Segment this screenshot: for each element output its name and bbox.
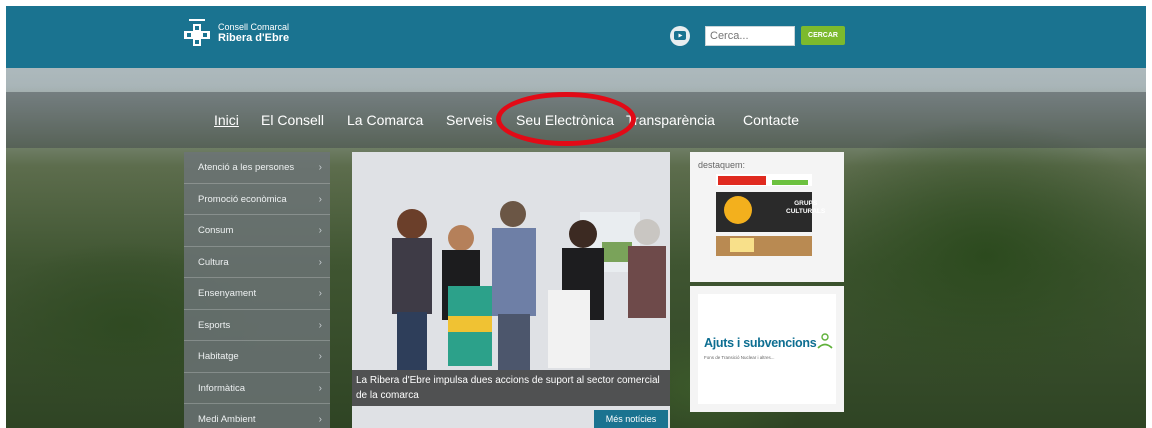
sidebar-item-consum[interactable]: Consum › bbox=[184, 215, 330, 247]
nav-item-la-comarca[interactable]: La Comarca bbox=[347, 112, 423, 128]
chevron-right-icon: › bbox=[318, 414, 322, 425]
highlight-banners[interactable] bbox=[716, 174, 812, 274]
search-input[interactable] bbox=[705, 26, 795, 46]
sidebar-item-ensenyament[interactable]: Ensenyament › bbox=[184, 278, 330, 310]
more-news-button[interactable]: Més notícies bbox=[594, 410, 668, 428]
chevron-right-icon: › bbox=[318, 225, 322, 236]
banner-text-line1: GRUPS bbox=[794, 200, 818, 207]
grants-title: Ajuts i subvencions bbox=[704, 336, 817, 350]
sidebar-item-atencio[interactable]: Atenció a les persones › bbox=[184, 152, 330, 184]
nav-item-contacte[interactable]: Contacte bbox=[743, 112, 799, 128]
handshake-icon bbox=[817, 333, 833, 349]
sidebar-item-esports[interactable]: Esports › bbox=[184, 310, 330, 341]
chevron-right-icon: › bbox=[318, 193, 322, 205]
site-logo[interactable]: Consell Comarcal Ribera d'Ebre bbox=[182, 18, 289, 48]
sidebar-item-cultura[interactable]: Cultura › bbox=[184, 247, 330, 278]
sidebar-item-informatica[interactable]: Informàtica › bbox=[184, 373, 330, 404]
header-bar: Consell Comarcal Ribera d'Ebre CERCAR bbox=[6, 6, 1146, 68]
sidebar-item-label: Medi Ambient bbox=[198, 414, 256, 425]
annotation-circle bbox=[496, 92, 636, 146]
nav-item-inici[interactable]: Inici bbox=[214, 112, 239, 128]
sidebar-item-label: Ensenyament bbox=[198, 288, 257, 299]
chevron-right-icon: › bbox=[318, 256, 322, 268]
logo-line2: Ribera d'Ebre bbox=[218, 32, 290, 44]
youtube-icon[interactable] bbox=[670, 26, 690, 46]
chevron-right-icon: › bbox=[318, 382, 322, 394]
chevron-right-icon: › bbox=[318, 162, 322, 173]
page: Consell Comarcal Ribera d'Ebre CERCAR In… bbox=[6, 6, 1146, 428]
highlights-label: destaquem: bbox=[698, 160, 746, 170]
nav-item-serveis[interactable]: Serveis bbox=[446, 112, 493, 128]
sidebar-item-habitatge[interactable]: Habitatge › bbox=[184, 341, 330, 373]
banner-grups-culturals: GRUPS CULTURALS bbox=[786, 200, 825, 216]
chevron-right-icon: › bbox=[318, 351, 322, 362]
sidebar-item-promocio[interactable]: Promoció econòmica › bbox=[184, 184, 330, 215]
sidebar-item-label: Esports bbox=[198, 319, 231, 331]
sidebar-item-label: Cultura bbox=[198, 256, 229, 268]
grants-subtitle: Fons de Transició Nuclear i altres... bbox=[704, 355, 775, 360]
sidebar-item-label: Habitatge bbox=[198, 351, 239, 362]
sidebar-item-label: Promoció econòmica bbox=[198, 193, 287, 205]
news-slider[interactable]: La Ribera d'Ebre impulsa dues accions de… bbox=[352, 152, 670, 428]
grants-panel[interactable]: Ajuts i subvencions Fons de Transició Nu… bbox=[690, 286, 844, 412]
banner-text-line2: CULTURALS bbox=[786, 208, 826, 215]
grants-banner[interactable]: Ajuts i subvencions Fons de Transició Nu… bbox=[698, 294, 836, 404]
crest-icon bbox=[182, 18, 212, 48]
highlights-panel: destaquem: GRUPS CULTURALS bbox=[690, 152, 844, 282]
sidebar-item-label: Consum bbox=[198, 225, 234, 236]
chevron-right-icon: › bbox=[318, 288, 322, 299]
sidebar-item-medi-ambient[interactable]: Medi Ambient › bbox=[184, 404, 330, 428]
chevron-right-icon: › bbox=[318, 319, 322, 331]
search-button[interactable]: CERCAR bbox=[801, 26, 845, 45]
nav-item-el-consell[interactable]: El Consell bbox=[261, 112, 324, 128]
sidebar-item-label: Atenció a les persones bbox=[198, 162, 295, 173]
sidebar-menu: Atenció a les persones › Promoció econòmi… bbox=[184, 152, 330, 428]
news-caption[interactable]: La Ribera d'Ebre impulsa dues accions de… bbox=[352, 370, 670, 406]
nav-item-transparencia[interactable]: Transparència bbox=[626, 112, 715, 128]
sidebar-item-label: Informàtica bbox=[198, 382, 245, 394]
